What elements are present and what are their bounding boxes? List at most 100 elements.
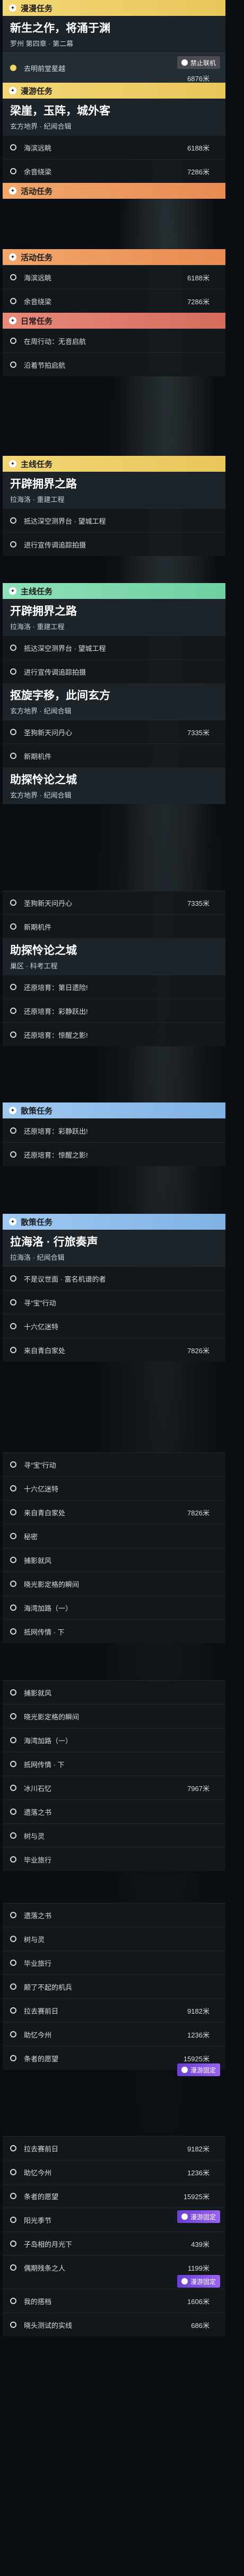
category-header-trail[interactable]: ✦ 散策任务 <box>3 1214 225 1230</box>
plus-icon: ✦ <box>9 187 16 195</box>
quest-objective[interactable]: 去明前堂星越 6876米 禁止联机 <box>3 52 225 83</box>
quest-objective[interactable]: 冰川石忆 7967米 <box>3 1776 225 1799</box>
quest-block-1: ✦ 漫漫任务 新生之作，将涌于渊 罗州 第四章 · 第二幕 去明前堂星越 687… <box>0 0 244 199</box>
category-header-side[interactable]: ✦ 日常任务 <box>3 313 225 329</box>
quest-objective[interactable]: 海湾加路（一） <box>3 1728 225 1752</box>
quest-card[interactable]: 开辟拥界之路 拉海洛 · 重建工程 <box>3 472 225 508</box>
objective-dot-icon <box>10 1509 16 1515</box>
quest-objective[interactable]: 毕业旅行 <box>3 1951 225 1974</box>
objective-dot-icon <box>10 65 16 71</box>
objective-dot-icon <box>10 361 16 368</box>
quest-objective[interactable]: 新期机件 <box>3 914 225 938</box>
objective-dot-icon <box>10 1936 16 1942</box>
quest-objective[interactable]: 树与灵 <box>3 1927 225 1951</box>
quest-card[interactable]: 新生之作，将涌于渊 罗州 第四章 · 第二幕 <box>3 16 225 52</box>
category-header-active[interactable]: ✦ 活动任务 <box>3 183 225 199</box>
objective-dot-icon <box>10 923 16 930</box>
quest-objective[interactable]: 助忆今州 1236米 <box>3 2160 225 2184</box>
objective-dot-icon <box>10 1347 16 1353</box>
quest-objective[interactable]: 捕影就风 <box>3 1680 225 1704</box>
quest-objective[interactable]: 还原培育：彩静跃出! <box>3 999 225 1022</box>
quest-objective[interactable]: 捕影就风 <box>3 1548 225 1572</box>
quest-block-4: ✦ 主线任务 开辟拥界之路 拉海洛 · 重建工程 抵达深空测界台 · 望城工程 … <box>0 583 244 804</box>
objective-dot-icon <box>10 2322 16 2328</box>
quest-objective[interactable]: 进行宣传调追踪拍摄 <box>3 659 225 683</box>
objective-dot-icon <box>10 1785 16 1791</box>
objective-dot-icon <box>10 1461 16 1468</box>
quest-card[interactable]: 抠旋字移，此间玄方 玄方地界 · 纪闻合辑 <box>3 683 225 720</box>
pin-icon <box>181 2213 188 2220</box>
quest-objective[interactable]: 条者的愿望 15925米 <box>3 2184 225 2208</box>
quest-card[interactable]: 开辟拥界之路 拉海洛 · 重建工程 <box>3 599 225 636</box>
quest-objective[interactable]: 晓光影定格的瞬间 <box>3 1572 225 1595</box>
quest-objective[interactable]: 圣狗新天问丹心 7335米 <box>3 720 225 744</box>
objective-dot-icon <box>10 1323 16 1329</box>
category-header-seasonal[interactable]: ✦ 漫游任务 <box>3 83 225 99</box>
quest-objective[interactable]: 抵网传情 · 下 <box>3 1752 225 1776</box>
quest-objective[interactable]: 毕业旅行 <box>3 1847 225 1871</box>
quest-card[interactable]: 助探怜论之城 巢区 · 科考工程 <box>3 938 225 975</box>
quest-objective[interactable]: 遗落之书 <box>3 1903 225 1927</box>
quest-objective[interactable]: 晓头测试的实线 686米 <box>3 2313 225 2336</box>
quest-objective[interactable]: 十六亿迷特 <box>3 1314 225 1338</box>
category-header-trail[interactable]: ✦ 散策任务 <box>3 1102 225 1118</box>
category-header-main[interactable]: ✦ 主线任务 <box>3 583 225 599</box>
quest-objective[interactable]: 遗落之书 <box>3 1799 225 1823</box>
quest-objective[interactable]: 不是议世面 · 富名机谱的者 <box>3 1266 225 1290</box>
quest-objective[interactable]: 抵达深空测界台 · 望城工程 <box>3 508 225 532</box>
quest-objective[interactable]: 抵网传情 · 下 <box>3 1619 225 1643</box>
quest-objective[interactable]: 在周行动：无音启航 <box>3 329 225 352</box>
quest-objective[interactable]: 还原培育：彩静跃出! <box>3 1118 225 1142</box>
quest-objective[interactable]: 十六亿迷特 <box>3 1476 225 1500</box>
quest-objective[interactable]: 来自青白家处 7826米 <box>3 1338 225 1362</box>
quest-objective[interactable]: 秘密 <box>3 1524 225 1548</box>
quest-objective[interactable]: 余音绕梁 7286米 <box>3 289 225 313</box>
quest-objective[interactable]: 还原培育：第日遗险! <box>3 975 225 999</box>
quest-objective[interactable]: 子岛相的月光下 439米 <box>3 2231 225 2255</box>
quest-objective[interactable]: 我的搭档 1606米 <box>3 2289 225 2313</box>
objective-dot-icon <box>10 1809 16 1815</box>
plus-icon: ✦ <box>9 253 16 261</box>
objective-dot-icon <box>10 2055 16 2061</box>
quest-objective[interactable]: 偶期残条之人 1199米 漫游固定 <box>3 2255 225 2288</box>
objective-dot-icon <box>10 298 16 304</box>
plus-icon: ✦ <box>9 4 16 12</box>
quest-objective[interactable]: 沿着节拍启航 <box>3 352 225 376</box>
quest-objective[interactable]: 条者的愿望 15925米 漫游固定 <box>3 2046 225 2076</box>
quest-objective[interactable]: 助忆今州 1236米 <box>3 2022 225 2046</box>
quest-objective[interactable]: 余音绕梁 7286米 <box>3 159 225 183</box>
objective-dot-icon <box>10 899 16 906</box>
lock-icon <box>181 59 188 66</box>
quest-objective[interactable]: 圣狗新天问丹心 7335米 <box>3 890 225 914</box>
quest-objective[interactable]: 颠了不起的机兵 <box>3 1974 225 1998</box>
quest-objective[interactable]: 海湾加路（一） <box>3 1595 225 1619</box>
quest-objective[interactable]: 寻“宝”行动 <box>3 1452 225 1476</box>
quest-objective[interactable]: 新期机件 <box>3 744 225 767</box>
quest-block-5: 圣狗新天问丹心 7335米 新期机件 助探怜论之城 巢区 · 科考工程 还原培育… <box>0 890 244 1046</box>
objective-dot-icon <box>10 645 16 651</box>
quest-card[interactable]: 助探怜论之城 玄方地界 · 纪闻合辑 <box>3 767 225 804</box>
quest-block-10: 遗落之书 树与灵 毕业旅行 颠了不起的机兵 拉去赛前日 9182米 助忆今州 1… <box>0 1903 244 2076</box>
objective-dot-icon <box>10 2145 16 2151</box>
plus-icon: ✦ <box>9 1218 16 1225</box>
quest-objective[interactable]: 还原培育：惊醒之影! <box>3 1022 225 1046</box>
quest-objective[interactable]: 拉去赛前日 9182米 <box>3 1998 225 2022</box>
category-header-active[interactable]: ✦ 活动任务 <box>3 249 225 265</box>
quest-objective[interactable]: 海滨远眺 6188米 <box>3 135 225 159</box>
quest-objective[interactable]: 阳光季节 漫游固定 <box>3 2208 225 2231</box>
quest-objective[interactable]: 晓光影定格的瞬间 <box>3 1704 225 1728</box>
fixed-tag: 漫游固定 <box>177 2210 220 2223</box>
quest-objective[interactable]: 寻“宝”行动 <box>3 1290 225 1314</box>
quest-objective[interactable]: 来自青白家处 7826米 <box>3 1500 225 1524</box>
quest-card[interactable]: 梁崖，玉阵，城外客 玄方地界 · 纪闻合辑 <box>3 99 225 135</box>
quest-objective[interactable]: 还原培育：惊醒之影! <box>3 1142 225 1166</box>
quest-card[interactable]: 拉海洛 · 行旅奏声 拉海洛 · 纪闻合辑 <box>3 1230 225 1266</box>
objective-dot-icon <box>10 1151 16 1158</box>
category-header-main[interactable]: ✦ 主线任务 <box>3 456 225 472</box>
quest-objective[interactable]: 树与灵 <box>3 1823 225 1847</box>
quest-objective[interactable]: 进行宣传调追踪拍摄 <box>3 532 225 556</box>
quest-objective[interactable]: 抵达深空测界台 · 望城工程 <box>3 636 225 659</box>
quest-objective[interactable]: 海滨远眺 6188米 <box>3 265 225 289</box>
category-header-permanent[interactable]: ✦ 漫漫任务 <box>3 0 225 16</box>
quest-objective[interactable]: 拉去赛前日 9182米 <box>3 2136 225 2160</box>
